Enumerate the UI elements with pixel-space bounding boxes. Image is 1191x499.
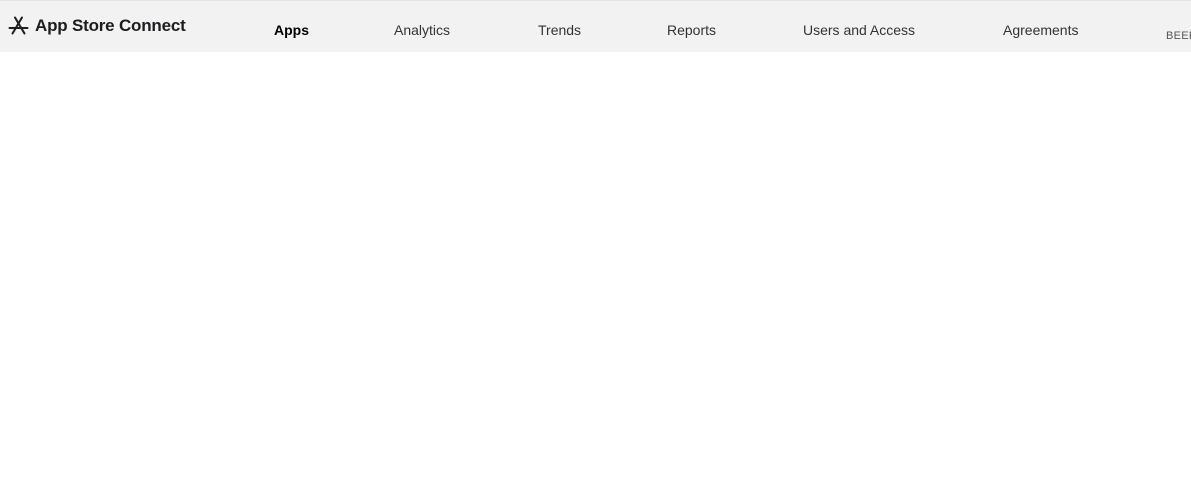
nav-item-analytics[interactable]: Analytics xyxy=(394,21,450,39)
app-store-icon xyxy=(8,15,29,36)
nav-item-users-and-access[interactable]: Users and Access xyxy=(803,21,915,39)
nav-item-reports[interactable]: Reports xyxy=(667,21,716,39)
nav-item-trends[interactable]: Trends xyxy=(538,21,581,39)
brand-title: App Store Connect xyxy=(35,15,186,35)
nav-item-apps[interactable]: Apps xyxy=(274,21,309,39)
nav-item-agreements[interactable]: Agreements xyxy=(1003,21,1078,39)
main-content xyxy=(0,52,1191,499)
brand-link[interactable]: App Store Connect xyxy=(8,1,186,52)
account-menu[interactable]: BEEF xyxy=(1166,30,1191,42)
top-navigation-bar: App Store Connect Apps Analytics Trends … xyxy=(0,0,1191,52)
